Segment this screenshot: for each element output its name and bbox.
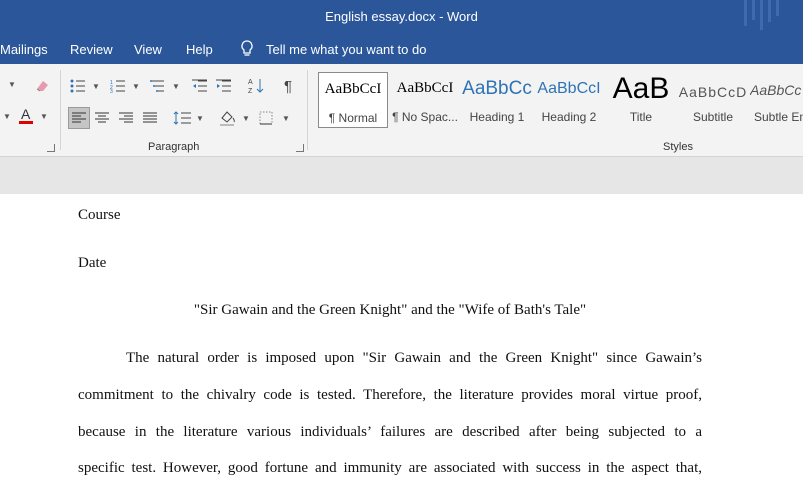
doc-paragraph-line: commitment to the chivalry code is teste… (78, 387, 702, 403)
tab-mailings[interactable]: Mailings (0, 42, 48, 57)
doc-paragraph-line: because in the literature various indivi… (78, 424, 702, 440)
line-spacing-icon[interactable] (172, 108, 192, 128)
style-preview: AaBbCc (462, 78, 532, 99)
title-decoration (776, 0, 779, 16)
doc-date: Date (78, 255, 107, 271)
align-left-icon[interactable] (68, 107, 90, 129)
svg-text:Z: Z (248, 88, 253, 95)
chevron-down-icon[interactable]: ▼ (40, 112, 48, 121)
paragraph-dialog-launcher-icon[interactable] (296, 144, 304, 152)
chevron-down-icon[interactable]: ▼ (242, 114, 250, 123)
group-separator (307, 70, 308, 150)
tab-help[interactable]: Help (186, 42, 213, 57)
doc-paragraph-line: specific test. However, good fortune and… (78, 460, 702, 476)
style-heading-2[interactable]: AaBbCcI Heading 2 (534, 72, 604, 128)
style-preview: AaBbCcI (396, 80, 454, 96)
lightbulb-icon[interactable] (240, 40, 254, 61)
svg-text:A: A (21, 106, 31, 122)
doc-title: "Sir Gawain and the Green Knight" and th… (193, 302, 587, 318)
chevron-down-icon[interactable]: ▼ (172, 82, 180, 91)
doc-course: Course (78, 207, 121, 223)
style-preview: AaB (612, 72, 670, 105)
chevron-down-icon[interactable]: ▼ (3, 112, 11, 121)
paragraph-dialog-launcher-icon[interactable] (47, 144, 55, 152)
svg-text:A: A (248, 79, 253, 86)
borders-icon[interactable] (256, 108, 276, 128)
style-label: Title (629, 110, 653, 124)
bullets-icon[interactable] (68, 76, 88, 96)
title-decoration (760, 0, 763, 30)
chevron-down-icon[interactable]: ▼ (282, 114, 290, 123)
justify-icon[interactable] (140, 108, 160, 128)
group-label-styles: Styles (663, 141, 693, 153)
sort-icon[interactable]: AZ (246, 76, 266, 96)
show-formatting-icon[interactable]: ¶ (278, 76, 298, 96)
style-label: Subtle Em (754, 110, 803, 124)
group-separator (60, 70, 61, 150)
style-heading-1[interactable]: AaBbCc Heading 1 (462, 72, 532, 128)
document-page[interactable]: Course Date "Sir Gawain and the Green Kn… (0, 194, 803, 487)
style-subtitle[interactable]: AaBbCcD Subtitle (678, 72, 748, 128)
align-right-icon[interactable] (116, 108, 136, 128)
style-label: Subtitle (692, 110, 734, 124)
tell-me-search[interactable]: Tell me what you want to do (266, 42, 426, 57)
style-preview: AaBbCcI (537, 80, 601, 97)
style-preview: AaBbCcI (324, 81, 382, 97)
group-label-paragraph: Paragraph (148, 141, 200, 153)
title-bar: English essay.docx - Word (0, 0, 803, 36)
style-subtle-emphasis[interactable]: AaBbCc Subtle Em (750, 72, 803, 128)
style-normal[interactable]: AaBbCcI ¶ Normal (318, 72, 388, 128)
style-label: ¶ No Spac... (392, 110, 458, 124)
title-decoration (744, 0, 747, 26)
chevron-down-icon[interactable]: ▼ (92, 82, 100, 91)
tab-view[interactable]: View (134, 42, 162, 57)
window-title: English essay.docx - Word (325, 9, 478, 24)
ribbon-tabs: Mailings Review View Help Tell me what y… (0, 36, 803, 64)
style-label: Heading 1 (469, 110, 525, 124)
style-title[interactable]: AaB Title (606, 72, 676, 128)
style-label: Heading 2 (541, 110, 597, 124)
decrease-indent-icon[interactable] (190, 76, 210, 96)
style-label: ¶ Normal (328, 111, 378, 125)
doc-paragraph-line: The natural order is imposed upon "Sir G… (126, 350, 702, 366)
title-decoration (768, 0, 771, 22)
numbering-icon[interactable]: 123 (108, 76, 128, 96)
chevron-down-icon[interactable]: ▼ (196, 114, 204, 123)
title-decoration (752, 0, 755, 20)
multilevel-list-icon[interactable] (148, 76, 168, 96)
svg-text:3: 3 (110, 89, 113, 93)
increase-indent-icon[interactable] (214, 76, 234, 96)
chevron-down-icon[interactable]: ▼ (132, 82, 140, 91)
tab-review[interactable]: Review (70, 42, 113, 57)
ribbon: ▼ ▼ A ▼ ▼ 123 ▼ ▼ AZ ¶ ▼ ▼ ▼ Paragraph A… (0, 64, 803, 157)
font-color-icon[interactable]: A (16, 106, 36, 126)
clear-formatting-icon[interactable] (32, 76, 52, 96)
align-center-icon[interactable] (92, 108, 112, 128)
document-background (0, 157, 803, 194)
style-no-spacing[interactable]: AaBbCcI ¶ No Spac... (390, 72, 460, 128)
chevron-down-icon[interactable]: ▼ (8, 80, 16, 89)
style-preview: AaBbCc (750, 82, 802, 98)
shading-icon[interactable] (218, 108, 238, 128)
style-preview: AaBbCcD (678, 84, 748, 100)
